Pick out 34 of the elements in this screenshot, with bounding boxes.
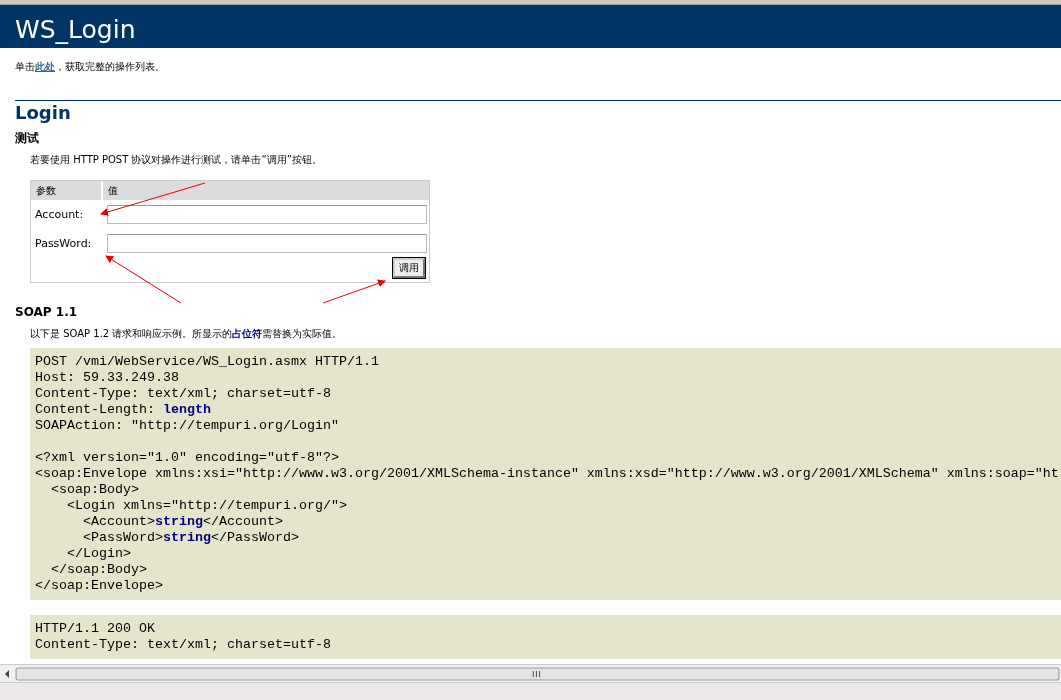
code-line: </soap:Body> — [50, 562, 148, 578]
param-label: Account: — [34, 208, 85, 221]
param-input[interactable] — [107, 205, 427, 224]
intro-text: 单击此处，获取完整的操作列表。 — [15, 60, 166, 74]
code-line: <?xml version="1.0" encoding="utf-8"?> — [35, 450, 340, 466]
code-line: POST /vmi/WebService/WS_Login.asmx HTTP/1.1 — [35, 354, 380, 370]
param-label: PassWord: — [34, 237, 93, 250]
code-line: SOAPAction: "http://tempuri.org/Login" — [35, 418, 340, 434]
annotation-arrow — [322, 279, 386, 304]
section-heading: 测试 — [15, 130, 40, 147]
column-header: 参数 — [35, 184, 57, 198]
code-line: <Login xmlns="http://tempuri.org/"> — [66, 498, 348, 514]
operation-title: Login — [15, 102, 72, 124]
code-line: Host: 59.33.249.38 — [35, 370, 180, 386]
code-line: <PassWord>string</PassWord> — [82, 530, 300, 546]
scroll-thumb[interactable] — [14, 666, 1061, 681]
test-description: 若要使用 HTTP POST 协议对操作进行测试，请单击“调用”按钮。 — [30, 153, 323, 167]
horizontal-scrollbar[interactable] — [0, 664, 1061, 682]
code-line: </soap:Envelope> — [35, 578, 164, 594]
code-line: <soap:Body> — [50, 482, 140, 498]
invoke-button[interactable]: 调用 — [393, 258, 425, 278]
operations-link[interactable]: 此处 — [35, 61, 55, 72]
param-input[interactable] — [107, 234, 427, 253]
code-line: <soap:Envelope xmlns:xsi="http://www.w3.org/2001/XMLSchema-instance" xmlns:xsd="http://www.w3.org/2001/XMLSchema" xmlns:soap="ht — [35, 466, 1060, 482]
page-title: WS_Login — [15, 14, 136, 46]
code-line: </Login> — [66, 546, 132, 562]
column-header: 值 — [101, 181, 118, 200]
code-line: Content-Type: text/xml; charset=utf-8 — [35, 386, 332, 402]
section-heading: SOAP 1.1 — [15, 304, 79, 321]
code-line: <Account>string</Account> — [82, 514, 284, 530]
code-line: HTTP/1.1 200 OK — [35, 621, 156, 637]
code-line: Content-Type: text/xml; charset=utf-8 — [35, 637, 332, 653]
code-line: Content-Length: length — [35, 402, 212, 418]
soap-note: 以下是 SOAP 1.2 请求和响应示例。所显示的占位符需替换为实际值。 — [30, 327, 344, 341]
